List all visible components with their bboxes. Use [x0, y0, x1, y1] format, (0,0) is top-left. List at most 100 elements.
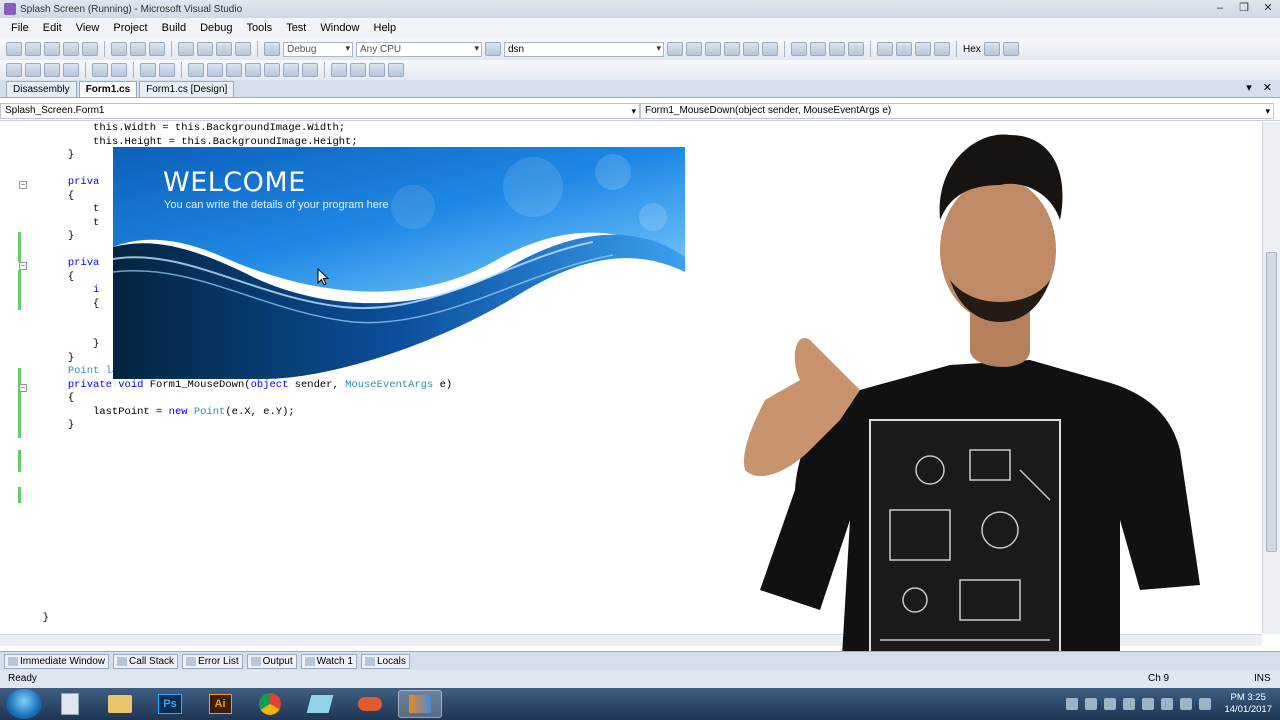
minimize-button[interactable]: – — [1208, 0, 1232, 18]
menu-file[interactable]: File — [4, 22, 36, 34]
tab-locals[interactable]: Locals — [360, 653, 410, 669]
hex-display-toggle[interactable]: Hex — [963, 44, 981, 55]
step-into-icon[interactable] — [896, 42, 912, 56]
toolbar-separator — [257, 41, 258, 57]
display-object-member-list-icon[interactable] — [6, 63, 22, 77]
tray-icon[interactable] — [1104, 698, 1117, 710]
media-app-icon[interactable] — [348, 690, 392, 718]
previous-bookmark-icon[interactable] — [207, 63, 223, 77]
output-window-icon[interactable] — [1002, 42, 1019, 56]
find-in-files-icon[interactable] — [485, 42, 501, 56]
find-combo[interactable]: dsn — [504, 41, 664, 57]
bluetooth-icon[interactable] — [1161, 698, 1174, 710]
menu-window[interactable]: Window — [313, 22, 366, 34]
menu-debug[interactable]: Debug — [193, 22, 239, 34]
add-item-icon[interactable] — [25, 42, 41, 56]
start-page-icon[interactable] — [743, 42, 759, 56]
toolbox-icon[interactable] — [724, 42, 740, 56]
decrease-indent-icon[interactable] — [92, 63, 108, 77]
menu-project[interactable]: Project — [106, 22, 154, 34]
restore-button[interactable]: ❐ — [1232, 0, 1256, 18]
paste-icon[interactable] — [149, 42, 165, 56]
increase-indent-icon[interactable] — [111, 63, 127, 77]
menu-help[interactable]: Help — [367, 22, 404, 34]
network-icon[interactable] — [1180, 698, 1193, 710]
open-file-icon[interactable] — [44, 42, 60, 56]
tab-error-list[interactable]: Error List — [182, 653, 243, 669]
break-all-icon[interactable] — [810, 42, 826, 56]
tray-icon[interactable] — [1142, 698, 1155, 710]
tab-watch-1[interactable]: Watch 1 — [300, 653, 357, 669]
properties-icon[interactable] — [686, 42, 702, 56]
notepad-icon[interactable] — [298, 690, 342, 718]
tray-icon[interactable] — [1085, 698, 1098, 710]
clear-bookmarks-icon[interactable] — [283, 63, 299, 77]
find-icon[interactable] — [302, 63, 318, 77]
size-icon[interactable] — [388, 63, 404, 77]
quick-info-icon[interactable] — [44, 63, 60, 77]
menu-build[interactable]: Build — [155, 22, 193, 34]
solution-platform-select[interactable]: Any CPU — [356, 41, 482, 57]
comment-out-icon[interactable] — [140, 63, 156, 77]
extension-manager-icon[interactable] — [762, 42, 778, 56]
outline-collapse-toggle[interactable]: − — [19, 181, 27, 189]
tab-output[interactable]: Output — [246, 653, 297, 669]
visual-studio-taskbar-icon[interactable] — [398, 690, 442, 718]
windows-explorer-icon[interactable] — [98, 690, 142, 718]
tray-icon[interactable] — [1123, 698, 1136, 710]
illustrator-icon[interactable]: Ai — [198, 690, 242, 718]
cut-icon[interactable] — [111, 42, 127, 56]
navigate-forward-icon[interactable] — [235, 42, 251, 56]
step-over-icon[interactable] — [915, 42, 931, 56]
save-all-icon[interactable] — [82, 42, 98, 56]
photoshop-icon[interactable]: Ps — [148, 690, 192, 718]
chrome-icon[interactable] — [248, 690, 292, 718]
locals-icon — [364, 656, 375, 666]
breakpoints-icon[interactable] — [983, 42, 1000, 56]
close-button[interactable]: ✕ — [1256, 0, 1280, 18]
outline-collapse-toggle[interactable]: − — [19, 262, 27, 270]
save-icon[interactable] — [63, 42, 79, 56]
object-browser-icon[interactable] — [705, 42, 721, 56]
solution-explorer-icon[interactable] — [667, 42, 683, 56]
copy-icon[interactable] — [130, 42, 146, 56]
start-button-icon[interactable] — [6, 689, 42, 719]
tab-form1-design[interactable]: Form1.cs [Design] — [139, 81, 235, 97]
previous-bookmark-folder-icon[interactable] — [245, 63, 261, 77]
restart-icon[interactable] — [848, 42, 864, 56]
redo-icon[interactable] — [197, 42, 213, 56]
volume-icon[interactable] — [1199, 698, 1212, 710]
toggle-bookmark-icon[interactable] — [188, 63, 204, 77]
new-project-icon[interactable] — [6, 42, 22, 56]
tab-disassembly[interactable]: Disassembly — [6, 81, 77, 97]
taskbar-clock[interactable]: PM 3:25 14/01/2017 — [1224, 692, 1272, 716]
tray-icon[interactable] — [1066, 698, 1079, 710]
layout-icon[interactable] — [331, 63, 347, 77]
next-bookmark-icon[interactable] — [226, 63, 242, 77]
menu-view[interactable]: View — [69, 22, 107, 34]
continue-icon[interactable] — [791, 42, 807, 56]
tab-call-stack[interactable]: Call Stack — [113, 653, 179, 669]
next-bookmark-folder-icon[interactable] — [264, 63, 280, 77]
start-debugging-icon[interactable] — [264, 42, 280, 56]
navigate-backward-icon[interactable] — [216, 42, 232, 56]
menu-edit[interactable]: Edit — [36, 22, 69, 34]
align-icon[interactable] — [350, 63, 366, 77]
step-out-icon[interactable] — [934, 42, 950, 56]
stop-debugging-icon[interactable] — [829, 42, 845, 56]
complete-word-icon[interactable] — [63, 63, 79, 77]
menu-test[interactable]: Test — [279, 22, 313, 34]
splash-screen-form[interactable]: WELCOME You can write the details of you… — [113, 147, 685, 379]
outline-collapse-toggle[interactable]: − — [19, 384, 27, 392]
tab-immediate-window[interactable]: Immediate Window — [4, 653, 110, 669]
show-next-statement-icon[interactable] — [877, 42, 893, 56]
tab-form1-cs[interactable]: Form1.cs — [78, 81, 138, 97]
uncomment-icon[interactable] — [159, 63, 175, 77]
undo-icon[interactable] — [178, 42, 194, 56]
solution-configuration-select[interactable]: Debug — [283, 41, 353, 57]
parameter-info-icon[interactable] — [25, 63, 41, 77]
taskbar-app-icon[interactable] — [48, 690, 92, 718]
format-icon[interactable] — [369, 63, 385, 77]
menu-tools[interactable]: Tools — [240, 22, 280, 34]
type-dropdown[interactable]: Splash_Screen.Form1 — [0, 103, 640, 119]
